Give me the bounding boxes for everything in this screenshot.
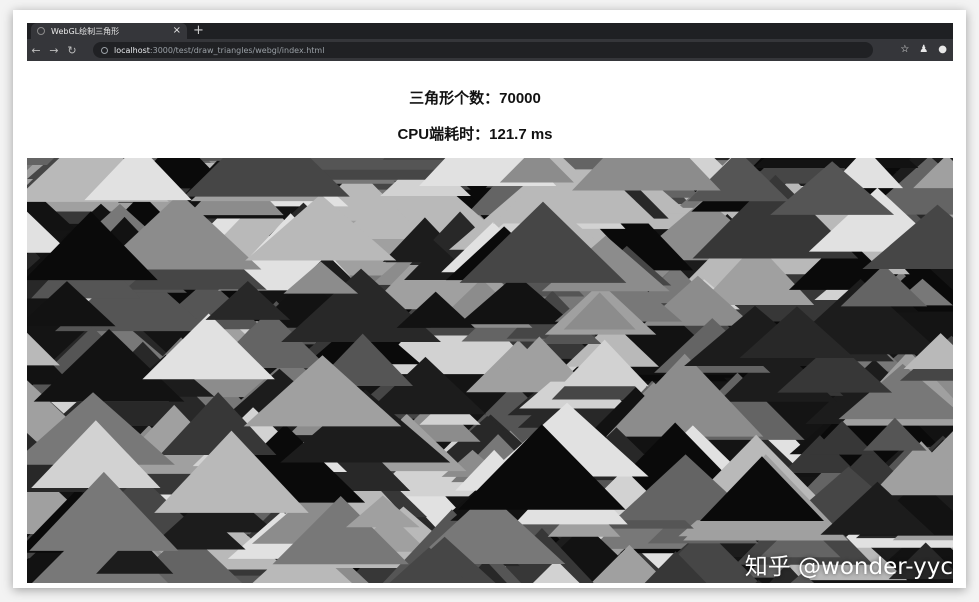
watermark: 知乎 @wonder-yyc [744,554,953,580]
new-tab-icon[interactable]: + [193,24,204,38]
profile-icon[interactable]: ● [938,42,947,58]
reload-icon[interactable]: ↻ [63,44,81,57]
triangle-count: 三角形个数：70000 [409,90,541,107]
star-icon[interactable]: ☆ [900,42,909,58]
address-bar[interactable]: localhost:3000/test/draw_triangles/webgl… [93,42,873,58]
triangles-render [27,158,953,583]
back-arrow-icon[interactable]: ← [27,44,45,57]
close-tab-icon[interactable]: × [173,26,181,36]
cpu-time: CPU端耗时：121.7 ms [397,126,553,143]
browser-tab[interactable]: WebGL绘制三角形 × [31,23,187,39]
tab-title: WebGL绘制三角形 [51,26,120,36]
url-text: localhost:3000/test/draw_triangles/webgl… [114,45,325,55]
webgl-canvas[interactable]: 知乎 @wonder-yyc [27,158,953,583]
tab-strip: WebGL绘制三角形 × + [27,23,953,39]
info-icon[interactable] [101,46,108,54]
favicon-icon [37,27,45,35]
browser-toolbar: ← → ↻ localhost:3000/test/draw_triangles… [27,39,953,61]
page-content: 三角形个数：70000 CPU端耗时：121.7 ms 知乎 @wonder-y… [27,61,953,583]
toolbar-actions: ☆ ♟ ● [900,42,947,58]
extension-icon[interactable]: ♟ [919,42,928,58]
browser-window: WebGL绘制三角形 × + ← → ↻ localhost:3000/test… [27,23,953,583]
screenshot-frame: WebGL绘制三角形 × + ← → ↻ localhost:3000/test… [13,10,966,588]
forward-arrow-icon[interactable]: → [45,44,63,57]
